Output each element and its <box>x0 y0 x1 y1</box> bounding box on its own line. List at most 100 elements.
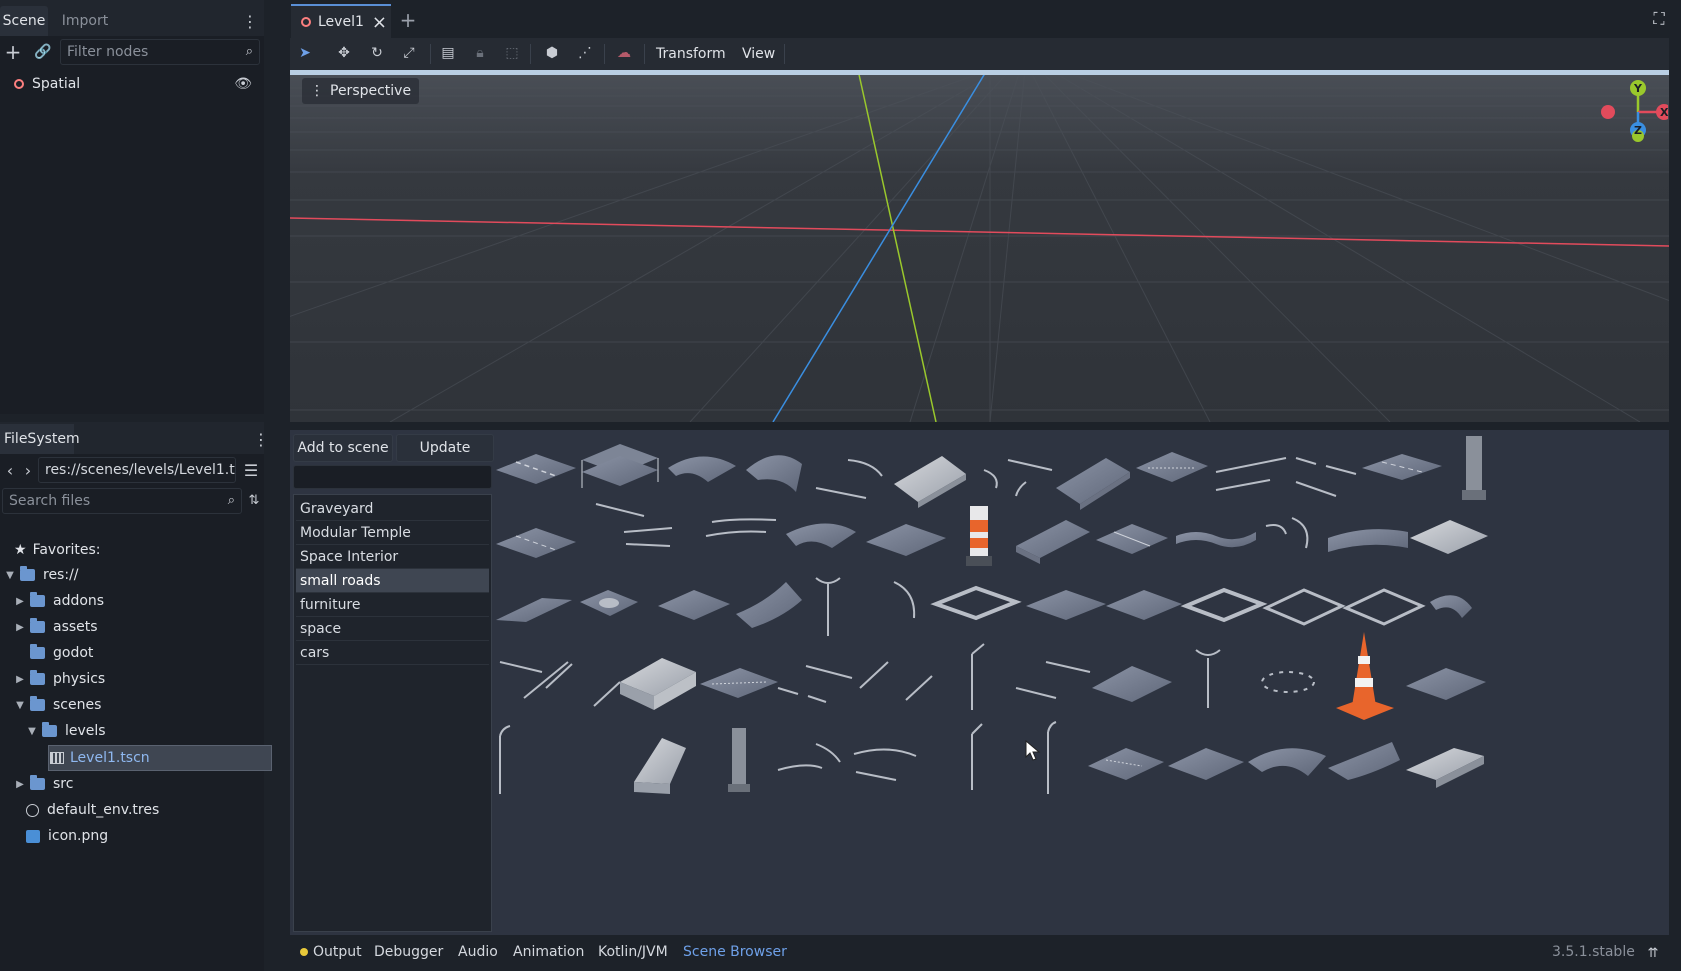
collapse-arrow-icon[interactable]: ▼ <box>4 570 16 581</box>
asset-thumb-frame-b[interactable] <box>1180 587 1268 623</box>
distraction-free-icon[interactable]: ⛶ <box>1650 9 1668 29</box>
asset-thumb-lamp-double-b[interactable] <box>1195 649 1221 708</box>
collapse-arrow-icon[interactable]: ▼ <box>26 726 38 737</box>
asset-thumb-crossing-e[interactable] <box>1106 590 1182 620</box>
asset-thumb-rail-k[interactable] <box>1015 661 1091 699</box>
library-item-modular-temple[interactable]: Modular Temple <box>296 521 489 545</box>
asset-thumb-road-e[interactable] <box>1406 668 1486 700</box>
orientation-gizmo[interactable]: Y X Z <box>1588 78 1668 148</box>
asset-thumb-rail-g[interactable] <box>499 661 573 699</box>
tree-item-physics[interactable]: ▶ physics <box>14 666 105 692</box>
instance-scene-icon[interactable]: 🔗 <box>34 42 52 62</box>
search-files-input[interactable]: Search files ⌕ <box>2 488 242 514</box>
asset-thumb-road-curve-b[interactable] <box>786 523 856 548</box>
dock-menu-icon[interactable]: ⋮ <box>242 12 258 31</box>
tab-kotlin-jvm[interactable]: Kotlin/JVM <box>598 944 668 960</box>
filesystem-menu-icon[interactable]: ⋮ <box>253 430 269 449</box>
asset-thumb-road-turn[interactable] <box>746 455 802 492</box>
panel-pin-icon[interactable]: ⇈ <box>1645 944 1661 962</box>
add-to-scene-button[interactable]: Add to scene <box>293 434 393 462</box>
asset-thumb-curve-rail[interactable] <box>1265 517 1309 549</box>
list-select-icon[interactable]: ▤ <box>435 41 461 65</box>
asset-thumb-road-slope[interactable] <box>496 598 572 622</box>
asset-thumb-plate[interactable] <box>1410 520 1488 554</box>
asset-thumb-pillar[interactable] <box>1462 436 1486 500</box>
asset-thumb-dots[interactable] <box>1261 671 1315 693</box>
asset-thumb-bridge[interactable] <box>581 444 659 488</box>
expand-arrow-icon[interactable]: ▶ <box>14 596 26 607</box>
asset-thumb-ramp-road-b[interactable] <box>1016 520 1090 564</box>
rotate-tool-icon[interactable]: ↻ <box>364 41 390 65</box>
tree-item-scenes[interactable]: ▼ scenes <box>14 692 101 718</box>
tab-import[interactable]: Import <box>54 6 116 36</box>
expand-arrow-icon[interactable]: ▶ <box>14 622 26 633</box>
asset-thumb-road-d[interactable] <box>1092 666 1172 702</box>
asset-thumb-rail-c[interactable] <box>1215 457 1287 491</box>
asset-thumb-wavy-road[interactable] <box>1176 532 1256 548</box>
toggle-split-icon[interactable]: ☰ <box>242 461 260 480</box>
asset-thumb-lamp-double[interactable] <box>815 577 841 636</box>
tree-item-src[interactable]: ▶ src <box>14 771 73 797</box>
asset-thumb-frame-d[interactable] <box>1342 588 1426 626</box>
asset-thumb-rail-f[interactable] <box>705 518 777 537</box>
scene-tab-level1[interactable]: Level1 × <box>291 4 391 38</box>
asset-thumb-roundabout[interactable] <box>580 590 638 616</box>
asset-thumb-rail-i[interactable] <box>777 661 889 703</box>
tree-item-addons[interactable]: ▶ addons <box>14 588 104 614</box>
select-tool-icon[interactable]: ➤ <box>292 41 318 65</box>
asset-thumb-curve-rail-b[interactable] <box>893 581 916 619</box>
asset-thumb-crossing[interactable] <box>1136 452 1208 482</box>
asset-thumb-block[interactable] <box>620 658 696 710</box>
update-button[interactable]: Update <box>396 434 494 462</box>
asset-thumb-ramp-road[interactable] <box>1056 458 1130 510</box>
asset-thumb-rail-l[interactable] <box>777 743 841 771</box>
asset-thumb-barrier-post[interactable] <box>966 506 992 566</box>
asset-thumb-road-flat[interactable] <box>1362 454 1442 480</box>
library-filter-input[interactable] <box>293 465 492 489</box>
environment-icon[interactable]: ☁ <box>611 41 637 65</box>
library-item-cars[interactable]: cars <box>296 641 489 665</box>
tree-item-level1-tscn[interactable]: Level1.tscn <box>50 745 150 771</box>
add-node-icon[interactable]: + <box>4 40 22 64</box>
tree-item-assets[interactable]: ▶ assets <box>14 614 98 640</box>
res-root-row[interactable]: ▼ res:// <box>4 562 79 588</box>
asset-thumb-frame[interactable] <box>930 585 1022 621</box>
collapse-arrow-icon[interactable]: ▼ <box>14 700 26 711</box>
asset-thumb-rail-j[interactable] <box>905 675 933 701</box>
snap-icon[interactable]: ⋰ <box>572 41 598 65</box>
tree-item-icon-png[interactable]: icon.png <box>26 823 108 849</box>
asset-thumb-lamp[interactable] <box>971 643 985 710</box>
local-space-icon[interactable]: ⬢ <box>539 41 565 65</box>
scale-tool-icon[interactable]: ⤢ <box>396 41 422 65</box>
asset-thumb-ramp-b[interactable] <box>1406 748 1484 788</box>
asset-thumb-rail-b[interactable] <box>983 459 1053 497</box>
back-icon[interactable]: ‹ <box>4 460 16 480</box>
asset-thumb-road-straight[interactable] <box>496 454 576 484</box>
scene-tree-root[interactable]: Spatial 👁 <box>14 73 258 95</box>
tree-item-default-env[interactable]: default_env.tres <box>26 797 159 823</box>
group-icon[interactable]: ⬚ <box>499 41 525 65</box>
asset-thumb-crossing-c[interactable] <box>658 590 730 620</box>
asset-thumb-ramp[interactable] <box>894 456 966 508</box>
asset-thumb-crossing-f[interactable] <box>700 668 778 698</box>
asset-thumb-lamp-b[interactable] <box>499 725 511 794</box>
library-item-furniture[interactable]: furniture <box>296 593 489 617</box>
tab-scene-browser[interactable]: Scene Browser <box>683 944 787 960</box>
filter-nodes-input[interactable]: Filter nodes ⌕ <box>60 39 260 65</box>
add-tab-icon[interactable]: + <box>398 8 418 32</box>
move-tool-icon[interactable]: ✥ <box>331 41 357 65</box>
path-field[interactable]: res://scenes/levels/Level1.tsc <box>38 457 236 483</box>
asset-thumb-rail-a[interactable] <box>815 459 883 499</box>
tab-filesystem[interactable]: FileSystem <box>0 424 80 454</box>
library-item-small-roads[interactable]: small roads <box>296 569 489 593</box>
asset-thumb-rail-e[interactable] <box>595 503 673 547</box>
asset-thumb-rail-d[interactable] <box>1295 457 1357 497</box>
visibility-eye-icon[interactable]: 👁 <box>234 76 252 92</box>
viewport-3d[interactable]: ⋮ Perspective Y X Z <box>290 70 1669 422</box>
asset-thumb-road-turn-b[interactable] <box>1430 595 1472 618</box>
asset-thumb-road-curve-c[interactable] <box>1248 748 1326 776</box>
transform-menu[interactable]: Transform <box>656 43 726 65</box>
library-item-space[interactable]: space <box>296 617 489 641</box>
expand-arrow-icon[interactable]: ▶ <box>14 779 26 790</box>
tab-audio[interactable]: Audio <box>458 944 498 960</box>
